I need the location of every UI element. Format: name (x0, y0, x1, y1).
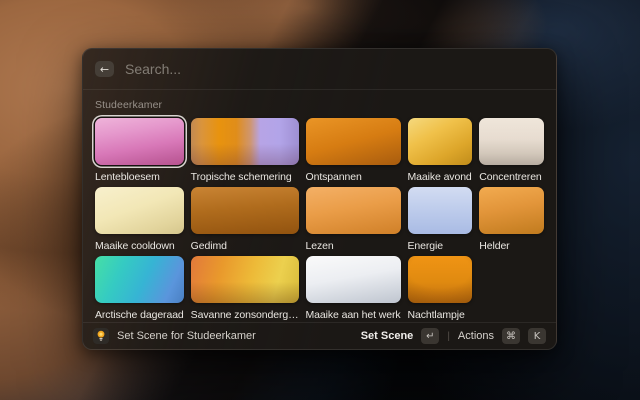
scene-preview[interactable] (306, 187, 401, 234)
footer-status: Set Scene for Studeerkamer (117, 330, 256, 342)
scene-label: Helder (479, 240, 544, 252)
footer-action-bar: Set Scene for Studeerkamer Set Scene ↵ |… (83, 322, 556, 349)
scene-label: Tropische schemering (191, 171, 299, 183)
set-scene-button[interactable]: Set Scene (361, 330, 414, 342)
scene-item[interactable]: Maaike aan het werk (306, 256, 401, 321)
scene-label: Maaike cooldown (95, 240, 184, 252)
scene-grid: Lentebloesem Tropische schemering Ontspa… (95, 118, 544, 321)
scene-preview[interactable] (479, 187, 544, 234)
scene-preview[interactable] (479, 118, 544, 165)
desktop: { "search": { "placeholder": "Search..."… (0, 0, 640, 400)
scene-preview[interactable] (191, 118, 299, 165)
scene-preview[interactable] (306, 256, 401, 303)
scene-label: Savanne zonsonderg… (191, 309, 299, 321)
scene-preview[interactable] (95, 256, 184, 303)
scene-label: Concentreren (479, 171, 544, 183)
search-bar: ← (83, 49, 556, 89)
actions-button[interactable]: Actions (458, 330, 494, 342)
scene-preview[interactable] (191, 256, 299, 303)
scene-label: Nachtlampje (408, 309, 473, 321)
footer-separator: | (447, 331, 450, 342)
back-button[interactable]: ← (95, 61, 114, 77)
enter-key-badge[interactable]: ↵ (421, 328, 439, 344)
scene-item[interactable]: Nachtlampje (408, 256, 473, 321)
scene-preview[interactable] (408, 118, 473, 165)
scene-label: Ontspannen (306, 171, 401, 183)
scene-preview[interactable] (306, 118, 401, 165)
scene-item[interactable]: Lezen (306, 187, 401, 252)
launcher-window: ← Studeerkamer Lentebloesem Tropische sc… (82, 48, 557, 350)
lightbulb-glyph (96, 330, 106, 342)
lightbulb-icon (93, 328, 109, 344)
scene-label: Lezen (306, 240, 401, 252)
section-title: Studeerkamer (95, 99, 544, 111)
scene-item[interactable]: Arctische dageraad (95, 256, 184, 321)
scene-item[interactable]: Ontspannen (306, 118, 401, 183)
cmd-key-badge[interactable]: ⌘ (502, 328, 520, 344)
search-input[interactable] (125, 61, 544, 77)
scene-item[interactable]: Savanne zonsonderg… (191, 256, 299, 321)
scene-label: Arctische dageraad (95, 309, 184, 321)
scene-preview[interactable] (95, 187, 184, 234)
scene-label: Maaike avond (408, 171, 473, 183)
scene-item[interactable]: Gedimd (191, 187, 299, 252)
scene-preview[interactable] (95, 118, 184, 165)
scene-label: Energie (408, 240, 473, 252)
scene-item[interactable]: Helder (479, 187, 544, 252)
scene-item[interactable]: Maaike cooldown (95, 187, 184, 252)
results-panel: Studeerkamer Lentebloesem Tropische sche… (83, 90, 556, 322)
scene-item[interactable]: Maaike avond (408, 118, 473, 183)
scene-preview[interactable] (408, 256, 473, 303)
scene-item[interactable]: Energie (408, 187, 473, 252)
k-key-badge[interactable]: K (528, 328, 546, 344)
scene-item[interactable]: Lentebloesem (95, 118, 184, 183)
scene-label: Maaike aan het werk (306, 309, 401, 321)
scene-preview[interactable] (191, 187, 299, 234)
scene-item[interactable]: Concentreren (479, 118, 544, 183)
scene-item[interactable]: Tropische schemering (191, 118, 299, 183)
back-arrow-icon: ← (100, 62, 109, 77)
scene-preview[interactable] (408, 187, 473, 234)
scene-label: Lentebloesem (95, 171, 184, 183)
scene-label: Gedimd (191, 240, 299, 252)
